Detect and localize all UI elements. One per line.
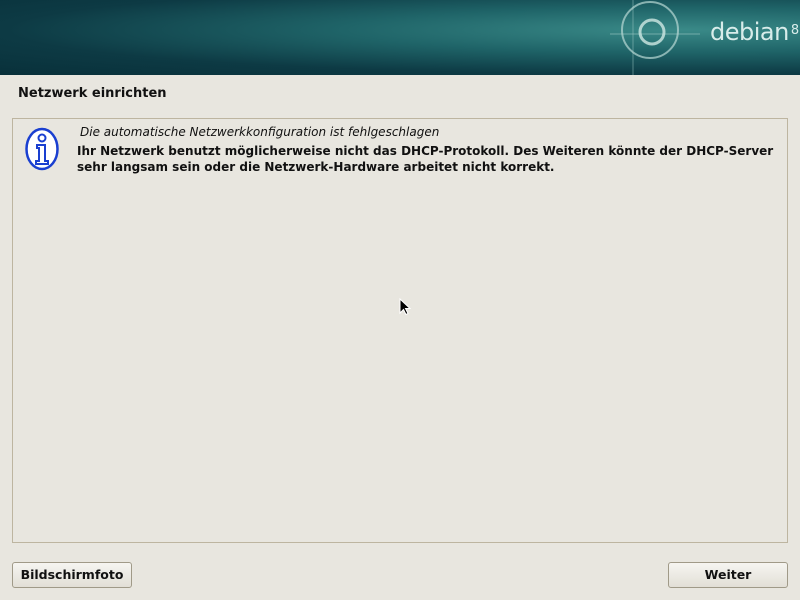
page-title: Netzwerk einrichten: [18, 86, 167, 101]
logo-text: debian: [710, 18, 789, 46]
version-number: 8: [790, 23, 799, 38]
continue-button[interactable]: Weiter: [668, 562, 788, 588]
debian-swirl-icon: [610, 0, 700, 75]
info-icon: [25, 127, 59, 171]
screenshot-button[interactable]: Bildschirmfoto: [12, 562, 132, 588]
message-body: Ihr Netzwerk benutzt möglicherweise nich…: [77, 144, 774, 174]
debian-banner: debian 8: [0, 0, 800, 75]
mouse-cursor-icon: [399, 298, 411, 316]
message-panel: Die automatische Netzwerkkonfiguration i…: [12, 118, 788, 543]
message-heading: Die automatische Netzwerkkonfiguration i…: [80, 125, 440, 139]
debian-logo: debian 8: [710, 18, 799, 46]
